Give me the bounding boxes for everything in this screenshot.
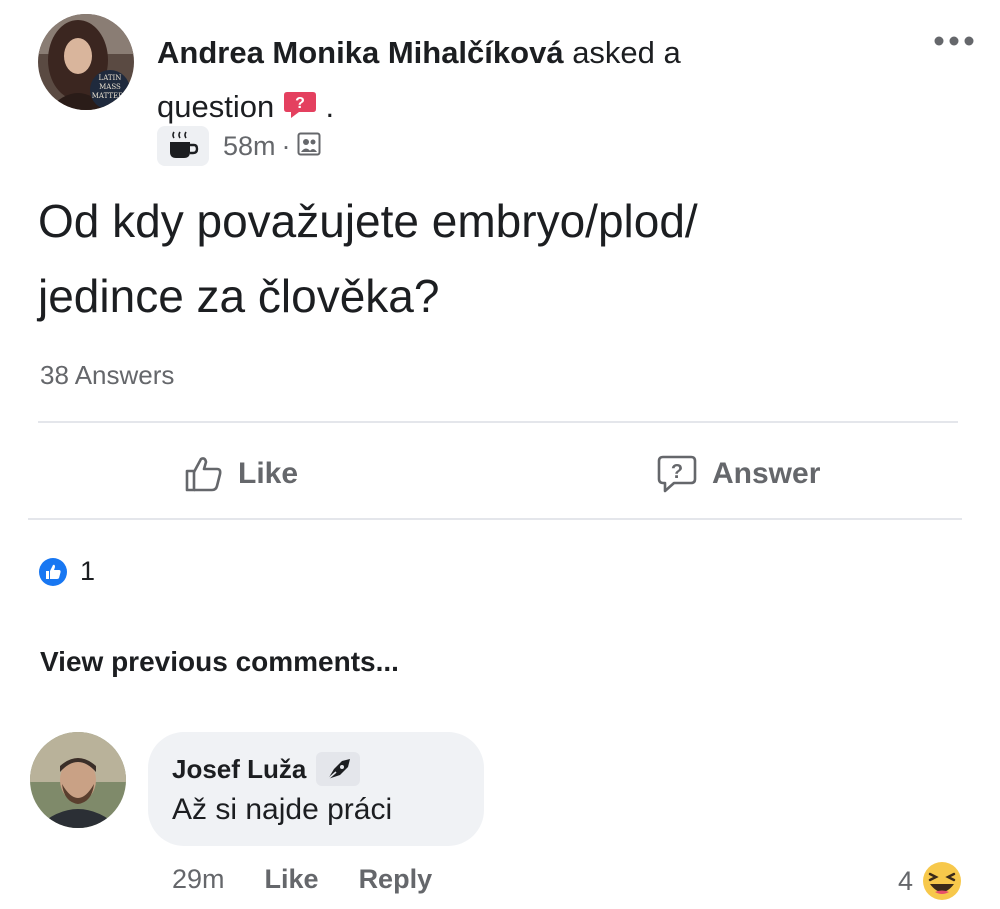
action-text: asked a [572, 35, 681, 70]
comment-like-button[interactable]: Like [265, 864, 319, 895]
commenter-name[interactable]: Josef Luža [172, 754, 306, 785]
divider [38, 421, 958, 423]
post-header-text: Andrea Monika Mihalčíková asked a questi… [157, 26, 877, 134]
question-line-2: jedince za člověka? [38, 270, 440, 322]
post-question: Od kdy považujete embryo/plod/ jedince z… [38, 184, 938, 334]
haha-reaction-icon [921, 860, 963, 902]
comment-reaction-summary[interactable]: 4 [898, 860, 963, 902]
author-avatar[interactable]: LATIN MASS MATTERS [38, 14, 134, 110]
svg-text:LATIN: LATIN [99, 74, 122, 82]
like-button[interactable]: Like [184, 446, 298, 502]
comment-actions: 29m Like Reply [172, 864, 432, 895]
more-options-icon[interactable] [932, 34, 976, 48]
group-privacy-icon [297, 132, 321, 161]
comment-bubble [148, 732, 484, 846]
commenter-avatar[interactable] [30, 732, 126, 828]
svg-text:MATTERS: MATTERS [92, 92, 129, 100]
answers-count[interactable]: 38 Answers [40, 360, 174, 391]
svg-text:?: ? [295, 95, 305, 112]
view-previous-comments[interactable]: View previous comments... [40, 646, 399, 678]
like-reaction-icon [38, 557, 68, 587]
post-time[interactable]: 58m [223, 131, 276, 162]
question-line-1: Od kdy považujete embryo/plod/ [38, 195, 698, 247]
quill-pen-icon [316, 752, 361, 786]
comment-reply-button[interactable]: Reply [359, 864, 433, 895]
post-meta: 58m · [157, 126, 321, 166]
comment-text: Až si najde práci [172, 793, 393, 826]
divider [28, 518, 962, 520]
comment-reaction-count: 4 [898, 865, 914, 896]
answer-label: Answer [712, 457, 821, 490]
meta-separator: · [281, 130, 291, 161]
like-label: Like [238, 457, 299, 490]
reaction-summary[interactable]: 1 [38, 556, 95, 587]
reaction-count: 1 [80, 556, 96, 586]
action-text-question: question [157, 89, 275, 124]
answer-button[interactable]: ? Answer [656, 446, 820, 502]
comment-time[interactable]: 29m [172, 864, 225, 895]
coffee-icon[interactable] [157, 126, 209, 166]
question-badge-icon: ? [283, 83, 317, 118]
question-bubble-icon: ? [656, 454, 698, 494]
svg-text:?: ? [671, 461, 683, 483]
svg-text:MASS: MASS [99, 83, 121, 91]
thumbs-up-icon [184, 454, 224, 494]
commenter-name-row: Josef Luža [172, 752, 361, 786]
author-name[interactable]: Andrea Monika Mihalčíková [157, 35, 564, 70]
header-period: . [325, 89, 335, 124]
